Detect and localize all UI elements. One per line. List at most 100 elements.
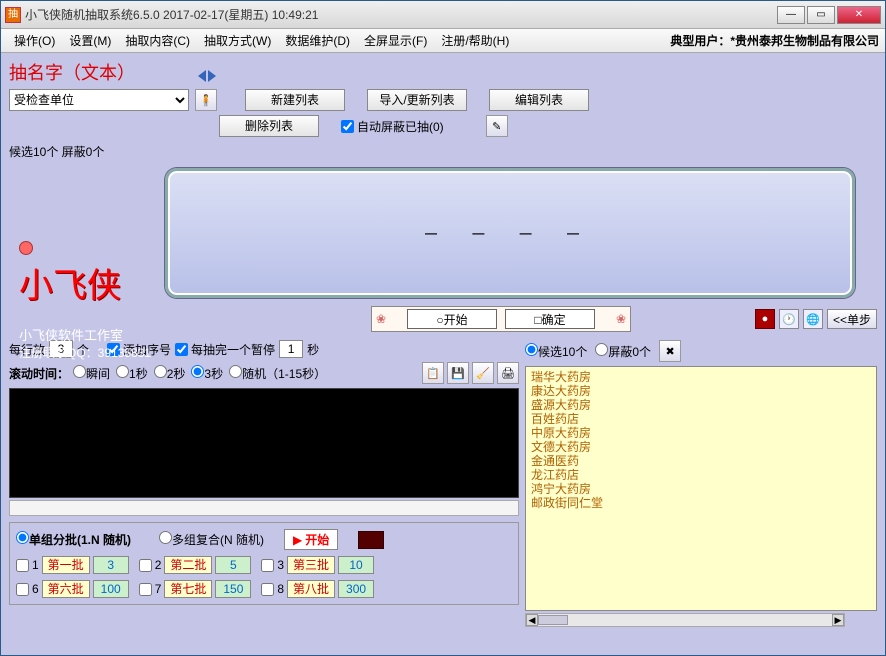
batch-check[interactable] — [261, 559, 274, 572]
list-item[interactable]: 龙江药店 — [531, 468, 871, 482]
list-item[interactable]: 盛源大药房 — [531, 398, 871, 412]
result-placeholder: — — — — — [425, 226, 595, 240]
new-list-button[interactable]: 新建列表 — [245, 89, 345, 111]
control-box: ○开始 □确定 — [371, 306, 631, 332]
batch-label: 第二批 — [164, 556, 212, 574]
record-icon[interactable]: ● — [755, 309, 775, 329]
start-button[interactable]: ○开始 — [407, 309, 497, 329]
list-item[interactable]: 康达大药房 — [531, 384, 871, 398]
copy-icon[interactable]: 📋 — [422, 362, 444, 384]
list-item[interactable]: 中原大药房 — [531, 426, 871, 440]
batch-value[interactable]: 150 — [215, 580, 251, 598]
section-title: 抽名字（文本） — [9, 63, 135, 83]
studio-name: 小飞侠软件工作室 — [19, 325, 151, 344]
list-item[interactable]: 百姓药店 — [531, 412, 871, 426]
edit-list-button[interactable]: 编辑列表 — [489, 89, 589, 111]
batch-item: 7第七批150 — [139, 580, 252, 598]
unit-select[interactable]: 受检查单位 — [9, 89, 189, 111]
result-display: — — — — — [165, 168, 855, 298]
batch-value[interactable]: 5 — [215, 556, 251, 574]
batch-value[interactable]: 3 — [93, 556, 129, 574]
close-button[interactable]: ✕ — [837, 6, 881, 24]
radio-candidates[interactable]: 候选10个 — [525, 343, 587, 360]
h-scrollbar[interactable]: ◀ ▶ — [525, 613, 845, 627]
pause-check[interactable]: 每抽完一个暂停 — [175, 341, 275, 358]
step-button[interactable]: <<单步 — [827, 309, 877, 329]
output-input[interactable] — [9, 500, 519, 516]
batch-value[interactable]: 100 — [93, 580, 129, 598]
batch-check[interactable] — [139, 583, 152, 596]
batch-check[interactable] — [16, 559, 29, 572]
window-title: 小飞侠随机抽取系统6.5.0 2017-02-17(星期五) 10:49:21 — [25, 6, 777, 23]
batch-n: 6 — [32, 582, 39, 596]
output-area — [9, 388, 519, 498]
titlebar: 抽 小飞侠随机抽取系统6.5.0 2017-02-17(星期五) 10:49:2… — [1, 1, 885, 29]
batch-check[interactable] — [16, 583, 29, 596]
batch-n: 3 — [277, 558, 284, 572]
batch-value[interactable]: 300 — [338, 580, 374, 598]
menu-fullscreen[interactable]: 全屏显示(F) — [357, 29, 434, 52]
menu-help[interactable]: 注册/帮助(H) — [434, 29, 516, 52]
refresh-icon[interactable]: 🧍 — [195, 89, 217, 111]
user-label: 典型用户：*贵州泰邦生物制品有限公司 — [670, 32, 879, 49]
menu-settings[interactable]: 设置(M) — [62, 29, 118, 52]
scroll-thumb[interactable] — [538, 615, 568, 625]
batch-item: 1第一批3 — [16, 556, 129, 574]
batch-value[interactable]: 10 — [338, 556, 374, 574]
menu-data[interactable]: 数据维护(D) — [278, 29, 357, 52]
note-icon[interactable]: ✎ — [486, 115, 508, 137]
clear-icon[interactable]: 🧹 — [472, 362, 494, 384]
batch-item: 2第二批5 — [139, 556, 252, 574]
logo-text: 小飞侠 — [19, 268, 121, 305]
batch-check[interactable] — [139, 559, 152, 572]
print-icon[interactable]: 🖨 — [497, 362, 519, 384]
confirm-button[interactable]: □确定 — [505, 309, 595, 329]
list-item[interactable]: 邮政街同仁堂 — [531, 496, 871, 510]
batch-item: 8第八批300 — [261, 580, 374, 598]
stop-icon[interactable] — [358, 531, 384, 549]
radio-1s[interactable]: 1秒 — [116, 365, 148, 382]
menu-operate[interactable]: 操作(O) — [7, 29, 62, 52]
candidate-list[interactable]: 瑞华大药房康达大药房盛源大药房百姓药店中原大药房文德大药房金通医药龙江药店鸿宁大… — [525, 366, 877, 611]
batch-check[interactable] — [261, 583, 274, 596]
contact-info: 注册联系QQ：39135831 — [19, 344, 151, 361]
import-list-button[interactable]: 导入/更新列表 — [367, 89, 467, 111]
minimize-button[interactable]: — — [777, 6, 805, 24]
radio-single-batch[interactable]: 单组分批(1.N 随机) — [16, 531, 131, 548]
delete-list-button[interactable]: 删除列表 — [219, 115, 319, 137]
pause-input[interactable] — [279, 340, 303, 358]
batch-start-button[interactable]: ▶开始 — [284, 529, 338, 550]
batch-item: 6第六批100 — [16, 580, 129, 598]
candidate-count: 候选10个 屏蔽0个 — [9, 143, 877, 160]
autohide-check[interactable]: 自动屏蔽已抽(0) — [341, 118, 444, 135]
batch-n: 7 — [155, 582, 162, 596]
clock-icon[interactable]: 🕐 — [779, 309, 799, 329]
batch-item: 3第三批10 — [261, 556, 374, 574]
radio-random[interactable]: 随机（1-15秒） — [229, 365, 326, 382]
menu-content[interactable]: 抽取内容(C) — [118, 29, 197, 52]
list-item[interactable]: 瑞华大药房 — [531, 370, 871, 384]
menu-method[interactable]: 抽取方式(W) — [197, 29, 278, 52]
list-item[interactable]: 金通医药 — [531, 454, 871, 468]
logo-badge-icon — [19, 241, 33, 255]
list-item[interactable]: 文德大药房 — [531, 440, 871, 454]
batch-label: 第七批 — [164, 580, 212, 598]
radio-multi-batch[interactable]: 多组复合(N 随机) — [159, 531, 264, 548]
prev-arrow-icon[interactable] — [198, 70, 206, 82]
app-icon: 抽 — [5, 7, 21, 23]
batch-n: 2 — [155, 558, 162, 572]
radio-instant[interactable]: 瞬间 — [73, 365, 110, 382]
scroll-right-icon[interactable]: ▶ — [832, 614, 844, 626]
maximize-button[interactable]: ▭ — [807, 6, 835, 24]
save-icon[interactable]: 💾 — [447, 362, 469, 384]
batch-label: 第六批 — [42, 580, 90, 598]
globe-icon[interactable]: 🌐 — [803, 309, 823, 329]
list-item[interactable]: 鸿宁大药房 — [531, 482, 871, 496]
next-arrow-icon[interactable] — [208, 70, 216, 82]
list-delete-icon[interactable]: ✖ — [659, 340, 681, 362]
scroll-left-icon[interactable]: ◀ — [526, 614, 538, 626]
radio-3s[interactable]: 3秒 — [191, 365, 223, 382]
pause-suf: 秒 — [307, 341, 319, 358]
radio-2s[interactable]: 2秒 — [154, 365, 186, 382]
radio-hidden[interactable]: 屏蔽0个 — [595, 343, 651, 360]
